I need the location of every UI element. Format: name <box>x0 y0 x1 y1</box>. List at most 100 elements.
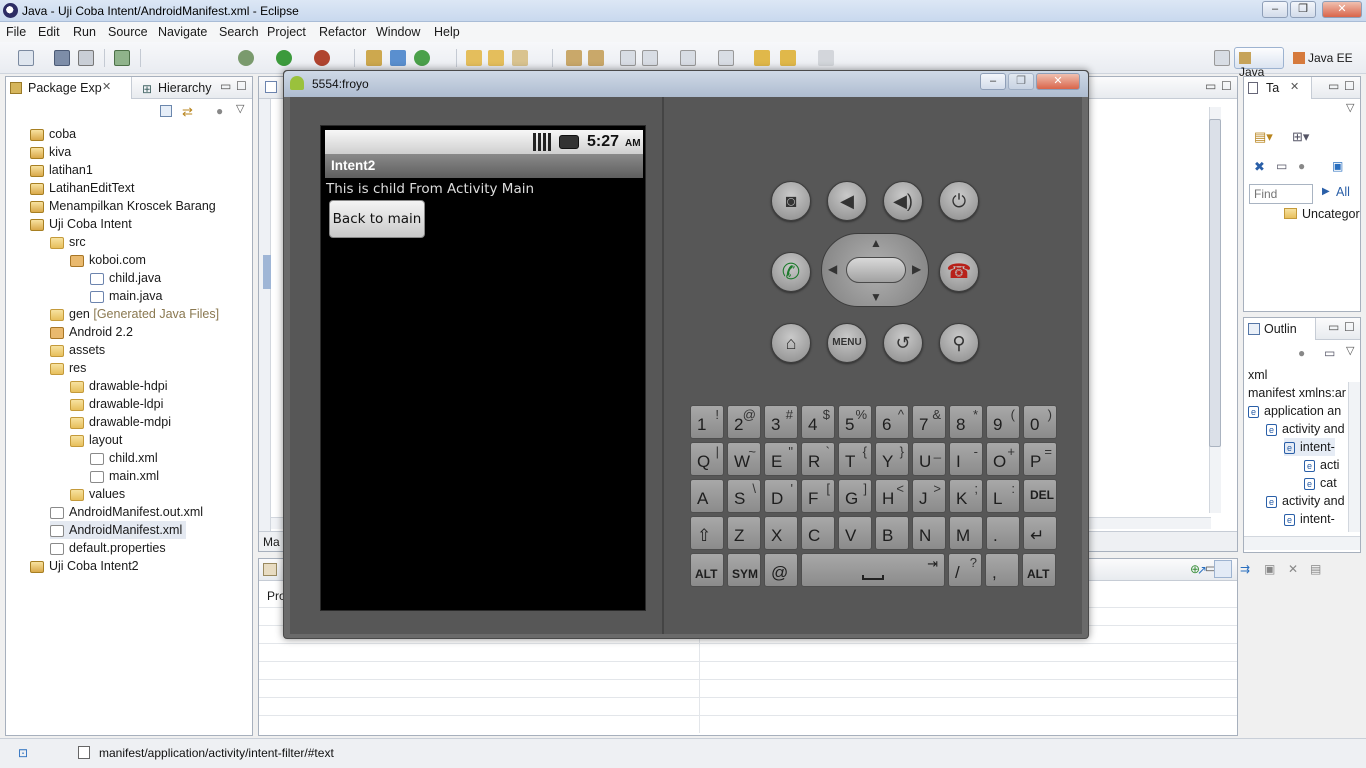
tree-item[interactable]: res <box>50 359 86 377</box>
tree-item[interactable]: main.xml <box>90 467 159 485</box>
new-task-icon[interactable]: ▤▾ <box>1254 129 1273 145</box>
scheduled-icon[interactable]: ▣ <box>1332 159 1343 173</box>
key[interactable]: X <box>764 516 798 550</box>
toggle-block-icon[interactable] <box>588 50 604 66</box>
link-with-editor-icon[interactable]: ⇄ <box>182 104 193 120</box>
new-class-icon[interactable] <box>414 50 430 66</box>
perspective-java-ee[interactable]: Java EE <box>1288 47 1358 69</box>
tab-hierarchy[interactable]: ⊞ Hierarchy <box>136 77 212 99</box>
outline-item-selected[interactable]: e intent- <box>1284 438 1335 456</box>
back-icon[interactable] <box>780 50 796 66</box>
camera-button[interactable]: ◙ <box>771 181 811 221</box>
at-key[interactable]: @ <box>764 553 798 587</box>
tree-item[interactable]: Android 2.2 <box>50 323 133 341</box>
tree-item[interactable]: LatihanEditText <box>30 179 134 197</box>
tree-item[interactable]: child.xml <box>90 449 158 467</box>
collapse-icon[interactable]: ▭ <box>1276 159 1287 173</box>
key[interactable]: M <box>949 516 983 550</box>
forward-icon[interactable] <box>818 50 834 66</box>
key[interactable]: O + <box>986 442 1020 476</box>
external-tools-icon[interactable] <box>314 50 330 66</box>
call-button[interactable]: ✆ <box>771 252 811 292</box>
key[interactable]: U _ <box>912 442 946 476</box>
tree-item[interactable]: Uji Coba Intent <box>30 215 132 233</box>
sym-key[interactable]: SYM <box>727 553 761 587</box>
outline-item[interactable]: xml <box>1248 366 1267 384</box>
menu-search[interactable]: Search <box>219 25 259 39</box>
scrollbar-thumb[interactable] <box>1209 119 1221 447</box>
key[interactable]: A <box>690 479 724 513</box>
chevron-down-icon[interactable]: ▽ <box>1346 344 1354 357</box>
tree-item[interactable]: drawable-ldpi <box>70 395 163 413</box>
volume-up-button[interactable]: ◀) <box>883 181 923 221</box>
tab-package-explorer[interactable]: Package Exp ✕ <box>6 77 132 99</box>
key[interactable]: 0) <box>1023 405 1057 439</box>
minimize-view-icon[interactable]: ▭ <box>1328 79 1339 93</box>
new-package-icon[interactable] <box>390 50 406 66</box>
dpad-up-icon[interactable]: ▲ <box>870 236 882 250</box>
menu-navigate[interactable]: Navigate <box>158 25 207 39</box>
home-button[interactable]: ⌂ <box>771 323 811 363</box>
tree-item[interactable]: gen [Generated Java Files] <box>50 305 219 323</box>
maximize-button[interactable]: ❐ <box>1290 1 1316 18</box>
maximize-view-icon[interactable]: ☐ <box>1344 79 1355 93</box>
fast-view-icon[interactable]: ⊡ <box>18 746 28 760</box>
alt-left-key[interactable]: ALT <box>690 553 724 587</box>
dpad-left-icon[interactable]: ◀ <box>828 262 837 276</box>
categorize-icon[interactable]: ⊞▾ <box>1292 129 1309 145</box>
tree-item[interactable]: values <box>70 485 125 503</box>
minimize-view-icon[interactable]: ▭ <box>1328 320 1339 334</box>
dpad[interactable]: ▲ ▼ ◀ ▶ <box>821 233 929 307</box>
toggle-mark-icon[interactable] <box>566 50 582 66</box>
outline-item[interactable]: e activity and <box>1266 420 1345 438</box>
editor-bottom-tab[interactable]: Ma <box>263 535 280 549</box>
chevron-down-icon[interactable]: ▽ <box>236 102 244 115</box>
key[interactable]: 8 * <box>949 405 983 439</box>
tab-task-list[interactable]: Ta ✕ <box>1244 77 1312 99</box>
maximize-view-icon[interactable]: ☐ <box>236 79 247 93</box>
key[interactable]: W ~ <box>727 442 761 476</box>
debug-icon[interactable] <box>238 50 254 66</box>
space-key[interactable]: ⇥ <box>801 553 945 587</box>
key[interactable]: T{ <box>838 442 872 476</box>
key[interactable]: ⇧ <box>690 516 724 550</box>
tree-item[interactable]: src <box>50 233 86 251</box>
minimize-view-icon[interactable]: ▭ <box>1205 79 1216 93</box>
key[interactable]: C <box>801 516 835 550</box>
show-console-icon[interactable]: ⇉ <box>1240 562 1250 576</box>
problems-icon[interactable] <box>263 563 277 576</box>
tree-item[interactable]: kiva <box>30 143 71 161</box>
new-java-project-icon[interactable] <box>366 50 382 66</box>
tab-outline[interactable]: Outlin <box>1244 318 1316 340</box>
volume-down-button[interactable]: ◀ <box>827 181 867 221</box>
menu-window[interactable]: Window <box>376 25 420 39</box>
outline-item[interactable]: manifest xmlns:ar <box>1248 384 1346 402</box>
key[interactable]: ↵ <box>1023 516 1057 550</box>
menu-run[interactable]: Run <box>73 25 96 39</box>
block-select-icon[interactable] <box>642 50 658 66</box>
android-sdk-icon[interactable] <box>114 50 130 66</box>
key[interactable]: . <box>986 516 1020 550</box>
tree-item[interactable]: default.properties <box>50 539 166 557</box>
key[interactable]: H < <box>875 479 909 513</box>
last-edit-icon[interactable] <box>754 50 770 66</box>
key[interactable]: P = <box>1023 442 1057 476</box>
key[interactable]: 1! <box>690 405 724 439</box>
sort-icon[interactable]: ● <box>1298 346 1305 360</box>
key[interactable]: D ' <box>764 479 798 513</box>
tree-item[interactable]: main.java <box>90 287 163 305</box>
tree-item-selected[interactable]: AndroidManifest.xml <box>50 521 187 539</box>
key[interactable]: DEL <box>1023 479 1057 513</box>
key[interactable]: 3 # <box>764 405 798 439</box>
dpad-center-button[interactable] <box>846 257 906 283</box>
print-icon[interactable] <box>78 50 94 66</box>
tree-item[interactable]: koboi.com <box>70 251 146 269</box>
tree-item[interactable]: assets <box>50 341 105 359</box>
alt-right-key[interactable]: ALT <box>1022 553 1056 587</box>
key[interactable]: F[ <box>801 479 835 513</box>
outline-item[interactable]: e application an <box>1248 402 1341 420</box>
chevron-down-icon[interactable]: ▽ <box>1346 101 1354 114</box>
task-find-input[interactable] <box>1249 184 1313 204</box>
next-annotation-icon[interactable] <box>680 50 696 66</box>
tree-item[interactable]: Menampilkan Kroscek Barang <box>30 197 216 215</box>
